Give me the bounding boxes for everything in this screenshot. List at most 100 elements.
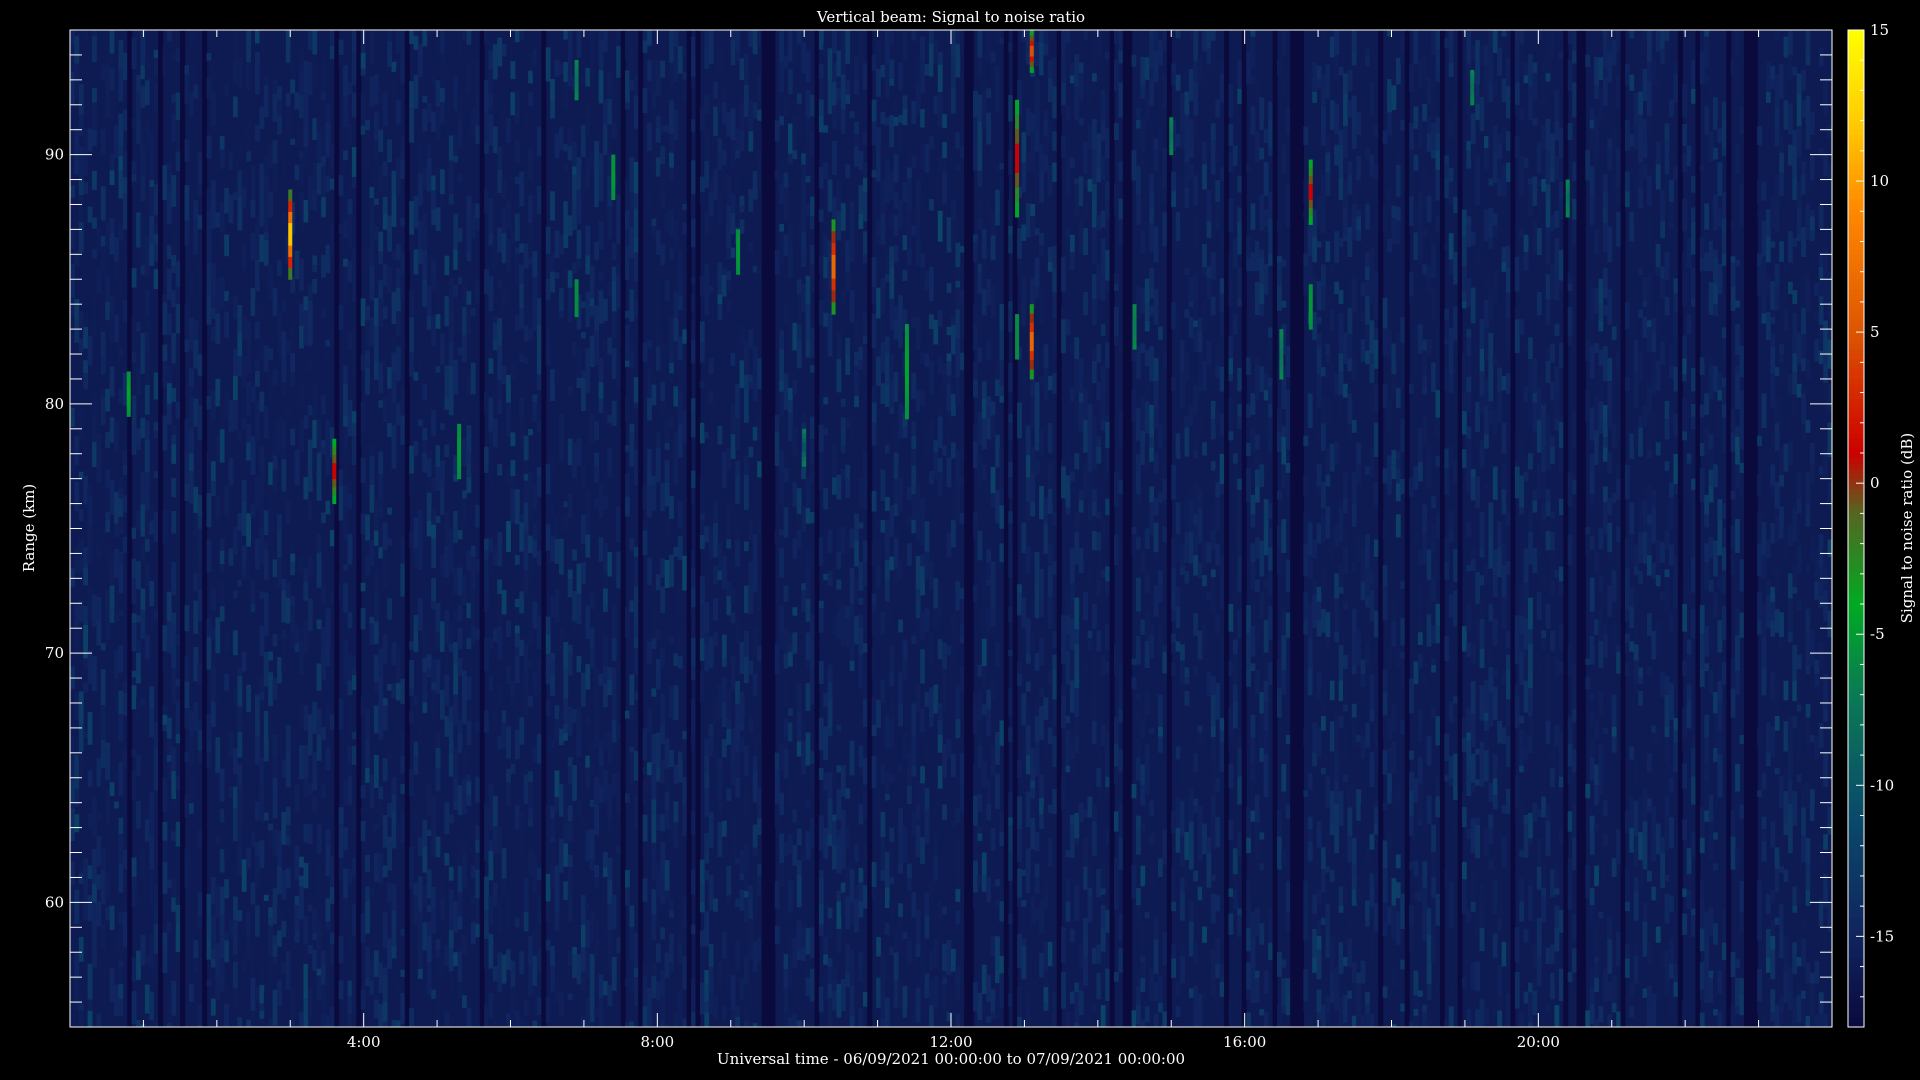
heatmap-cell [920,352,925,364]
heatmap-cell [677,501,683,528]
heatmap-cell [422,672,428,687]
heatmap-cell [105,276,111,302]
heatmap-cell [149,835,155,870]
heatmap-cell [74,889,80,925]
heatmap-cell [792,607,798,616]
heatmap-cell [757,261,762,281]
heatmap-cell [1096,382,1102,401]
heatmap-cell [616,355,622,389]
heatmap-cell [343,639,348,670]
heatmap-cell [589,391,595,413]
heatmap-cell [144,984,150,1014]
heatmap-cell [255,433,260,442]
heatmap-cell [299,204,304,232]
heatmap-cell [1061,460,1066,467]
heatmap-cell [1219,229,1225,248]
heatmap-cell [360,820,366,842]
heatmap-cell [603,588,608,605]
heatmap-cell [990,62,996,81]
heatmap-cell [1144,443,1150,471]
heatmap-cell [431,690,437,721]
heatmap-cell [1069,600,1075,619]
heatmap-cell [294,92,300,110]
heatmap-cell [567,854,573,868]
heatmap-cell [316,162,322,195]
heatmap-cell [114,88,119,100]
heatmap-cell [92,902,97,935]
heatmap-cell [1043,697,1049,720]
heatmap-cell [893,191,899,209]
heatmap-cell [1017,258,1022,275]
heatmap-cell [669,63,674,87]
heatmap-cell [365,305,370,321]
heatmap-cell [1193,273,1199,301]
heatmap-cell [171,877,177,898]
heatmap-cell [255,477,260,511]
heatmap-cell [677,941,683,964]
heatmap-cell [1131,54,1137,67]
heatmap-cell [347,654,353,665]
heatmap-cell [523,674,529,710]
heatmap-cell [1096,730,1102,761]
heatmap-cell [140,698,146,706]
heatmap-cell [748,100,754,132]
heatmap-cell [378,799,384,825]
heatmap-cell [981,288,987,316]
heatmap-cell [1105,250,1110,281]
heatmap-cell [466,476,472,494]
heatmap-cell [259,970,265,986]
heatmap-cell [818,167,824,189]
heatmap-cell [955,871,961,890]
heatmap-cell [373,326,379,362]
heatmap-cell [642,30,648,41]
heatmap-cell [1021,224,1027,241]
heatmap-cell [92,656,97,692]
heatmap-cell [250,882,256,905]
heatmap-cell [563,117,569,145]
heatmap-cell [532,925,538,956]
heatmap-cell [743,843,749,872]
heatmap-cell [796,324,802,342]
heatmap-cell [387,795,392,803]
heatmap-cell [558,531,564,539]
heatmap-cell [607,930,613,962]
heatmap-cell [955,889,961,902]
heatmap-cell [536,487,542,497]
heatmap-cell [827,998,833,1027]
heatmap-cell [880,312,886,342]
heatmap-cell [832,105,837,130]
heatmap-cell [682,49,688,58]
heatmap-cell [937,356,943,374]
heatmap-cell [924,607,930,632]
heatmap-cell [501,878,507,900]
heatmap-cell [1113,891,1119,910]
heatmap-cell [959,922,965,936]
heatmap-cell [536,894,542,913]
heatmap-cell [730,762,736,786]
heatmap-cell [832,967,837,981]
heatmap-cell [942,943,947,972]
heatmap-cell [951,820,956,829]
heatmap-cell [633,449,639,486]
heatmap-cell [673,466,679,485]
heatmap-cell [854,366,859,381]
heatmap-cell [906,1008,912,1025]
heatmap-cell [550,369,555,401]
heatmap-cell [730,247,736,258]
heatmap-cell [519,685,525,718]
heatmap-cell [858,712,864,728]
heatmap-cell [347,399,353,407]
heatmap-cell [633,636,639,648]
heatmap-cell [572,174,577,202]
heatmap-cell [329,714,335,730]
heatmap-cell [735,898,740,908]
heatmap-cell [677,390,683,425]
heatmap-cell [448,311,454,343]
heatmap-gap-column [814,30,820,1027]
heatmap-cell [576,729,582,758]
heatmap-cell [845,418,851,429]
heatmap-cell [215,836,221,845]
heatmap-cell [532,1020,538,1027]
heatmap-cell [827,169,833,180]
heatmap-cell [1153,226,1159,263]
